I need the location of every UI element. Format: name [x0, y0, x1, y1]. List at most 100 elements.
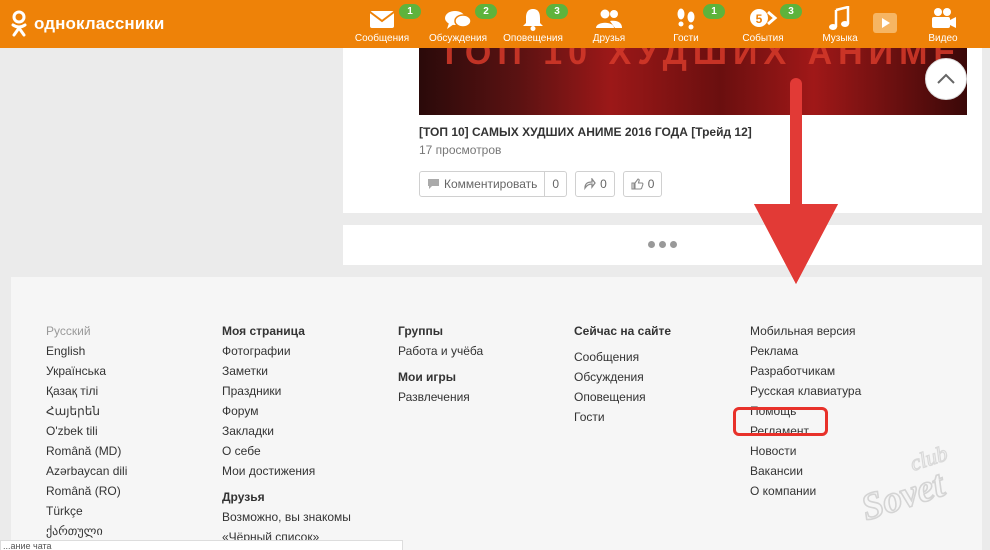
events-icon: 5 [748, 6, 778, 32]
regulations-highlight-box [733, 407, 828, 436]
footer-link-vacancies[interactable]: Вакансии [750, 461, 861, 481]
discussions-badge: 2 [475, 4, 497, 19]
red-arrow-annotation [754, 78, 838, 284]
comment-icon [428, 179, 439, 189]
footer-heading-groups[interactable]: Группы [398, 321, 483, 341]
nav-notifications[interactable]: 3 Оповещения [498, 4, 568, 48]
like-count: 0 [647, 177, 655, 191]
footer-online-now: Сейчас на сайте Сообщения Обсуждения Опо… [574, 321, 671, 427]
footer-link[interactable]: Обсуждения [574, 367, 671, 387]
nav-label: Обсуждения [428, 33, 488, 44]
language-link[interactable]: English [46, 341, 127, 361]
chevron-up-icon [937, 73, 955, 84]
nav-label: Сообщения [354, 33, 410, 44]
comment-label: Комментировать [444, 177, 538, 191]
video-play-icon[interactable] [872, 12, 898, 39]
share-icon [584, 178, 596, 190]
thumbs-up-icon [631, 178, 644, 190]
logo[interactable]: одноклассники [10, 10, 164, 38]
logo-text: одноклассники [34, 14, 165, 33]
language-link[interactable]: O'zbek tili [46, 421, 127, 441]
nav-label: События [742, 33, 784, 44]
footer-link[interactable]: Оповещения [574, 387, 671, 407]
nav-friends[interactable]: Друзья [574, 4, 644, 48]
footer-link-news[interactable]: Новости [750, 441, 861, 461]
footer-link[interactable]: Возможно, вы знакомы [222, 507, 351, 527]
language-link[interactable]: Română (MD) [46, 441, 127, 461]
nav-label: Видео [928, 33, 958, 44]
language-link[interactable]: Türkçe [46, 501, 127, 521]
feed-post-card: ТОП 10 ХУДШИХ АНИМЕ [ТОП 10] САМЫХ ХУДШИ… [343, 48, 982, 213]
share-count: 0 [600, 177, 607, 191]
footer-link[interactable]: Праздники [222, 381, 351, 401]
language-link[interactable]: Қазақ тілі [46, 381, 127, 401]
svg-text:5: 5 [756, 12, 763, 26]
comment-count: 0 [544, 172, 566, 196]
bell-icon [518, 6, 548, 32]
nav-video[interactable]: Видео [908, 4, 978, 48]
footer-link-developers[interactable]: Разработчикам [750, 361, 861, 381]
nav-events[interactable]: 5 3 События [728, 4, 802, 48]
footer-heading-online: Сейчас на сайте [574, 324, 672, 338]
language-link[interactable]: Українська [46, 361, 127, 381]
top-navigation-bar: одноклассники 1 Сообщения 2 Обсуждения 3… [0, 0, 990, 48]
video-title-link[interactable]: [ТОП 10] САМЫХ ХУДШИХ АНИМЕ 2016 ГОДА [Т… [419, 125, 752, 139]
nav-discussions[interactable]: 2 Обсуждения [423, 4, 497, 48]
footer-link[interactable]: Работа и учёба [398, 341, 483, 361]
post-actions: Комментировать 0 0 0 [419, 171, 670, 197]
friends-icon [594, 6, 624, 32]
footer-link[interactable]: Гости [574, 407, 671, 427]
nav-label: Музыка [822, 33, 858, 44]
language-link[interactable]: ქართული [46, 521, 127, 541]
footer-link-mobile[interactable]: Мобильная версия [750, 321, 861, 341]
load-more-card[interactable] [343, 225, 982, 265]
notifications-badge: 3 [546, 4, 568, 19]
chat-bubbles-icon [443, 6, 473, 32]
footer-link[interactable]: Сообщения [574, 347, 671, 367]
envelope-icon [367, 6, 397, 32]
footer-link-ads[interactable]: Реклама [750, 341, 861, 361]
nav-label: Гости [673, 33, 699, 44]
nav-music[interactable]: Музыка [805, 4, 875, 48]
footer-link[interactable]: О себе [222, 441, 351, 461]
language-link[interactable]: Română (RO) [46, 481, 127, 501]
like-button[interactable]: 0 [622, 171, 663, 197]
footer-heading-my-page[interactable]: Моя страница [222, 321, 351, 341]
footer-link-keyboard[interactable]: Русская клавиатура [750, 381, 861, 401]
footer-link[interactable]: Заметки [222, 361, 351, 381]
thumbnail-title: ТОП 10 ХУДШИХ АНИМЕ [439, 48, 963, 72]
footer-link[interactable]: Форум [222, 401, 351, 421]
scroll-to-top-button[interactable] [925, 58, 967, 100]
share-button[interactable]: 0 [575, 171, 615, 197]
language-link[interactable]: Հայերեն [46, 401, 127, 421]
watermark-logo: club Sovet [855, 445, 951, 525]
language-link[interactable]: Azərbaycan dili [46, 461, 127, 481]
nav-label: Друзья [592, 33, 626, 44]
footer-link[interactable]: Мои достижения [222, 461, 351, 481]
site-footer: Русский English Українська Қазақ тілі Հա… [11, 277, 982, 550]
music-note-icon [825, 5, 855, 32]
comment-button[interactable]: Комментировать 0 [419, 171, 568, 197]
ok-logo-icon [10, 10, 28, 38]
video-thumbnail[interactable]: ТОП 10 ХУДШИХ АНИМЕ [419, 48, 967, 115]
language-link-current: Русский [46, 324, 91, 338]
footer-link-about[interactable]: О компании [750, 481, 861, 501]
messages-badge: 1 [399, 4, 421, 19]
more-dots-icon [648, 241, 677, 248]
footprints-icon [671, 6, 701, 32]
footer-link[interactable]: Фотографии [222, 341, 351, 361]
events-badge: 3 [780, 4, 802, 19]
nav-messages[interactable]: 1 Сообщения [347, 4, 421, 48]
footer-link[interactable]: Развлечения [398, 387, 483, 407]
footer-heading-games[interactable]: Мои игры [398, 367, 483, 387]
nav-label: Оповещения [503, 33, 563, 44]
footer-link[interactable]: Закладки [222, 421, 351, 441]
footer-my-page: Моя страница Фотографии Заметки Праздник… [222, 321, 351, 547]
video-camera-icon [928, 6, 958, 32]
nav-guests[interactable]: 1 Гости [651, 4, 725, 48]
svg-text:Sovet: Sovet [856, 463, 951, 525]
footer-heading-friends[interactable]: Друзья [222, 487, 351, 507]
video-views: 17 просмотров [419, 143, 502, 157]
chat-bar[interactable]: ...ание чата [0, 540, 403, 550]
footer-groups: Группы Работа и учёба Мои игры Развлечен… [398, 321, 483, 407]
